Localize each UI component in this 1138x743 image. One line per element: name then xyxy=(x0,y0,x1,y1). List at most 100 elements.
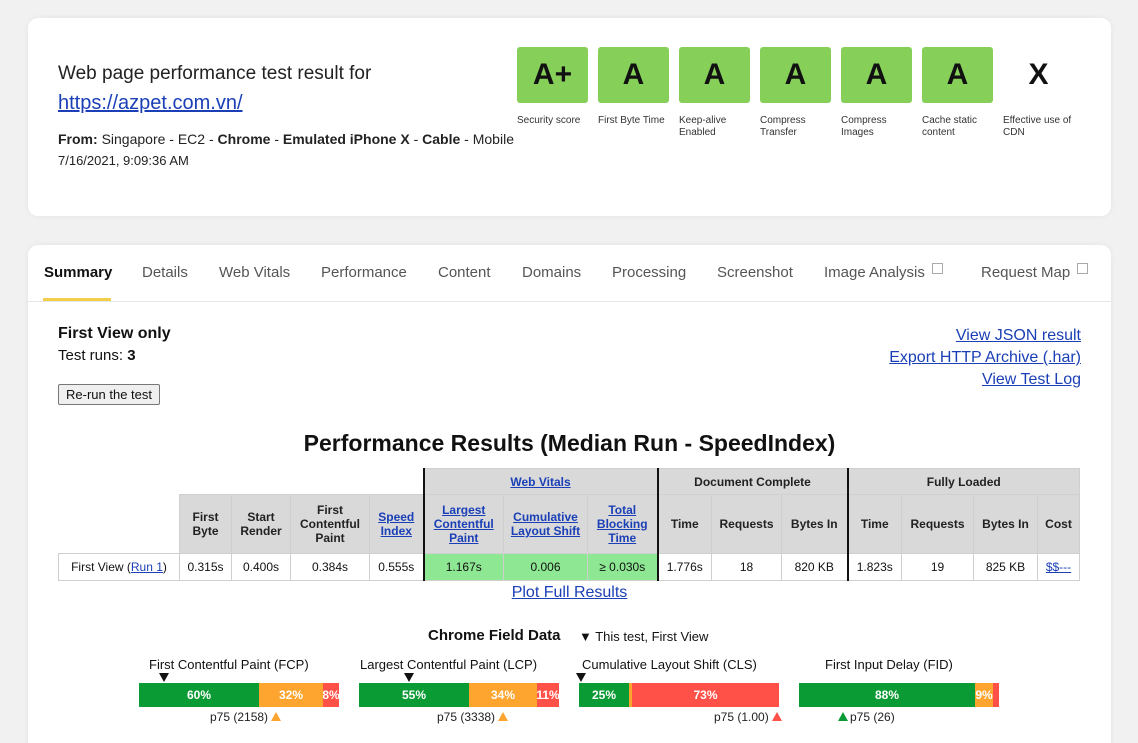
tab-summary[interactable]: Summary xyxy=(44,264,112,281)
grade-first-byte[interactable]: A First Byte Time xyxy=(598,47,669,139)
fid-p75: p75 (26) xyxy=(838,710,895,724)
tested-url-link[interactable]: https://azpet.com.vn/ xyxy=(58,92,243,115)
tab-image-analysis[interactable]: Image Analysis xyxy=(824,263,943,281)
view-test-log-link[interactable]: View Test Log xyxy=(889,369,1081,391)
tab-screenshot[interactable]: Screenshot xyxy=(717,264,793,281)
fid-label: First Input Delay (FID) xyxy=(825,657,953,672)
cell-fl-requests: 19 xyxy=(901,553,974,581)
cell-first-byte: 0.315s xyxy=(179,553,232,581)
grade-security[interactable]: A+ Security score xyxy=(517,47,588,139)
export-har-link[interactable]: Export HTTP Archive (.har) xyxy=(889,347,1081,369)
grade-keep-alive[interactable]: A Keep-alive Enabled xyxy=(679,47,750,139)
speed-index-link[interactable]: Speed Index xyxy=(378,510,414,538)
document-complete-header: Document Complete xyxy=(656,468,848,495)
col-cost: Cost xyxy=(1037,494,1080,554)
test-runs: Test runs: 3 xyxy=(58,347,136,364)
cell-fl-time: 1.823s xyxy=(846,553,902,581)
col-fl-bytes: Bytes In xyxy=(973,494,1038,554)
rerun-test-button[interactable]: Re-run the test xyxy=(58,384,160,405)
col-cls: Cumulative Layout Shift xyxy=(503,494,588,554)
this-test-marker-icon xyxy=(159,673,169,682)
tab-label: Request Map xyxy=(981,264,1071,281)
cls-label: Cumulative Layout Shift (CLS) xyxy=(582,657,757,672)
page-title: Web page performance test result for xyxy=(58,63,372,84)
poor-segment xyxy=(993,683,999,707)
col-dc-requests: Requests xyxy=(711,494,782,554)
tab-label: Image Analysis xyxy=(824,264,925,281)
tab-processing[interactable]: Processing xyxy=(612,264,686,281)
cell-fcp: 0.384s xyxy=(290,553,370,581)
tbt-link[interactable]: Total Blocking Time xyxy=(597,503,648,545)
view-json-link[interactable]: View JSON result xyxy=(889,325,1081,347)
cls-link[interactable]: Cumulative Layout Shift xyxy=(511,510,580,538)
grade-value[interactable]: A xyxy=(841,47,912,103)
web-vitals-link[interactable]: Web Vitals xyxy=(510,475,570,489)
lcp-distribution-bar: 55% 34% 11% xyxy=(359,683,559,707)
good-segment: 60% xyxy=(139,683,259,707)
test-config: From: Singapore - EC2 - Chrome - Emulate… xyxy=(58,131,514,147)
table-spacer xyxy=(59,469,424,495)
needs-improvement-segment: 9% xyxy=(975,683,993,707)
plot-link-wrap: Plot Full Results xyxy=(28,584,1111,602)
p75-red-triangle-icon xyxy=(771,712,782,721)
grade-value[interactable]: A+ xyxy=(517,47,588,103)
row-label-end: ) xyxy=(162,560,167,574)
poor-segment: 11% xyxy=(537,683,559,707)
grade-value[interactable]: A xyxy=(922,47,993,103)
tab-content[interactable]: Content xyxy=(438,264,491,281)
test-device: Emulated iPhone X xyxy=(282,131,410,147)
col-speed-index: Speed Index xyxy=(369,494,424,554)
col-start-render: Start Render xyxy=(231,494,291,554)
col-tbt: Total Blocking Time xyxy=(587,494,658,554)
tab-details[interactable]: Details xyxy=(142,264,188,281)
grade-compress-transfer[interactable]: A Compress Transfer xyxy=(760,47,831,139)
grade-label: Security score xyxy=(517,115,581,126)
good-segment: 55% xyxy=(359,683,469,707)
tab-performance[interactable]: Performance xyxy=(321,264,407,281)
needs-improvement-segment: 32% xyxy=(259,683,323,707)
grade-compress-images[interactable]: A Compress Images xyxy=(841,47,912,139)
col-lcp: Largest Contentful Paint xyxy=(422,494,504,554)
cost-link[interactable]: $$--- xyxy=(1046,560,1071,574)
this-test-marker-icon xyxy=(404,673,414,682)
from-label: From: xyxy=(58,131,98,147)
tab-web-vitals[interactable]: Web Vitals xyxy=(219,264,290,281)
grade-value[interactable]: A xyxy=(598,47,669,103)
grade-value[interactable]: A xyxy=(760,47,831,103)
cell-cls: 0.006 xyxy=(503,553,588,581)
poor-segment: 73% xyxy=(632,683,779,707)
fcp-label: First Contentful Paint (FCP) xyxy=(149,657,309,672)
table-spacer xyxy=(58,494,180,554)
cell-tbt: ≥ 0.030s xyxy=(587,553,658,581)
results-table: Web Vitals Document Complete Fully Loade… xyxy=(58,468,1080,581)
grade-value[interactable]: A xyxy=(679,47,750,103)
tab-request-map[interactable]: Request Map xyxy=(981,263,1089,281)
fully-loaded-header: Fully Loaded xyxy=(846,468,1080,495)
grade-value[interactable]: X xyxy=(1003,47,1074,103)
tab-domains[interactable]: Domains xyxy=(522,264,581,281)
result-tabs: Summary Details Web Vitals Performance C… xyxy=(28,245,1111,302)
grade-cdn[interactable]: X Effective use of CDN xyxy=(1003,47,1074,139)
test-runs-value: 3 xyxy=(127,347,136,364)
col-first-byte: First Byte xyxy=(179,494,232,554)
results-title: Performance Results (Median Run - SpeedI… xyxy=(303,430,836,456)
lcp-link[interactable]: Largest Contentful Paint xyxy=(434,503,494,545)
cell-speed-index: 0.555s xyxy=(369,553,424,581)
test-date: 7/16/2021, 9:09:36 AM xyxy=(58,153,189,168)
grade-label: Compress Transfer xyxy=(760,115,806,138)
table-row: First View (Run 1) 0.315s 0.400s 0.384s … xyxy=(58,553,1080,581)
good-segment: 88% xyxy=(799,683,975,707)
run-link[interactable]: Run 1 xyxy=(131,560,163,574)
p75-orange-triangle-icon xyxy=(271,712,282,721)
col-fl-requests: Requests xyxy=(901,494,974,554)
result-links: View JSON result Export HTTP Archive (.h… xyxy=(889,325,1081,391)
grade-cache-static[interactable]: A Cache static content xyxy=(922,47,993,139)
good-segment: 25% xyxy=(579,683,629,707)
row-label: First View (Run 1) xyxy=(58,553,180,581)
plot-full-results-link[interactable]: Plot Full Results xyxy=(512,584,628,601)
p75-green-triangle-icon xyxy=(838,712,848,721)
cell-cost: $$--- xyxy=(1037,553,1080,581)
cell-fl-bytes: 825 KB xyxy=(973,553,1038,581)
results-card: Summary Details Web Vitals Performance C… xyxy=(28,245,1111,743)
p75-value: p75 (1.00) xyxy=(714,710,769,724)
